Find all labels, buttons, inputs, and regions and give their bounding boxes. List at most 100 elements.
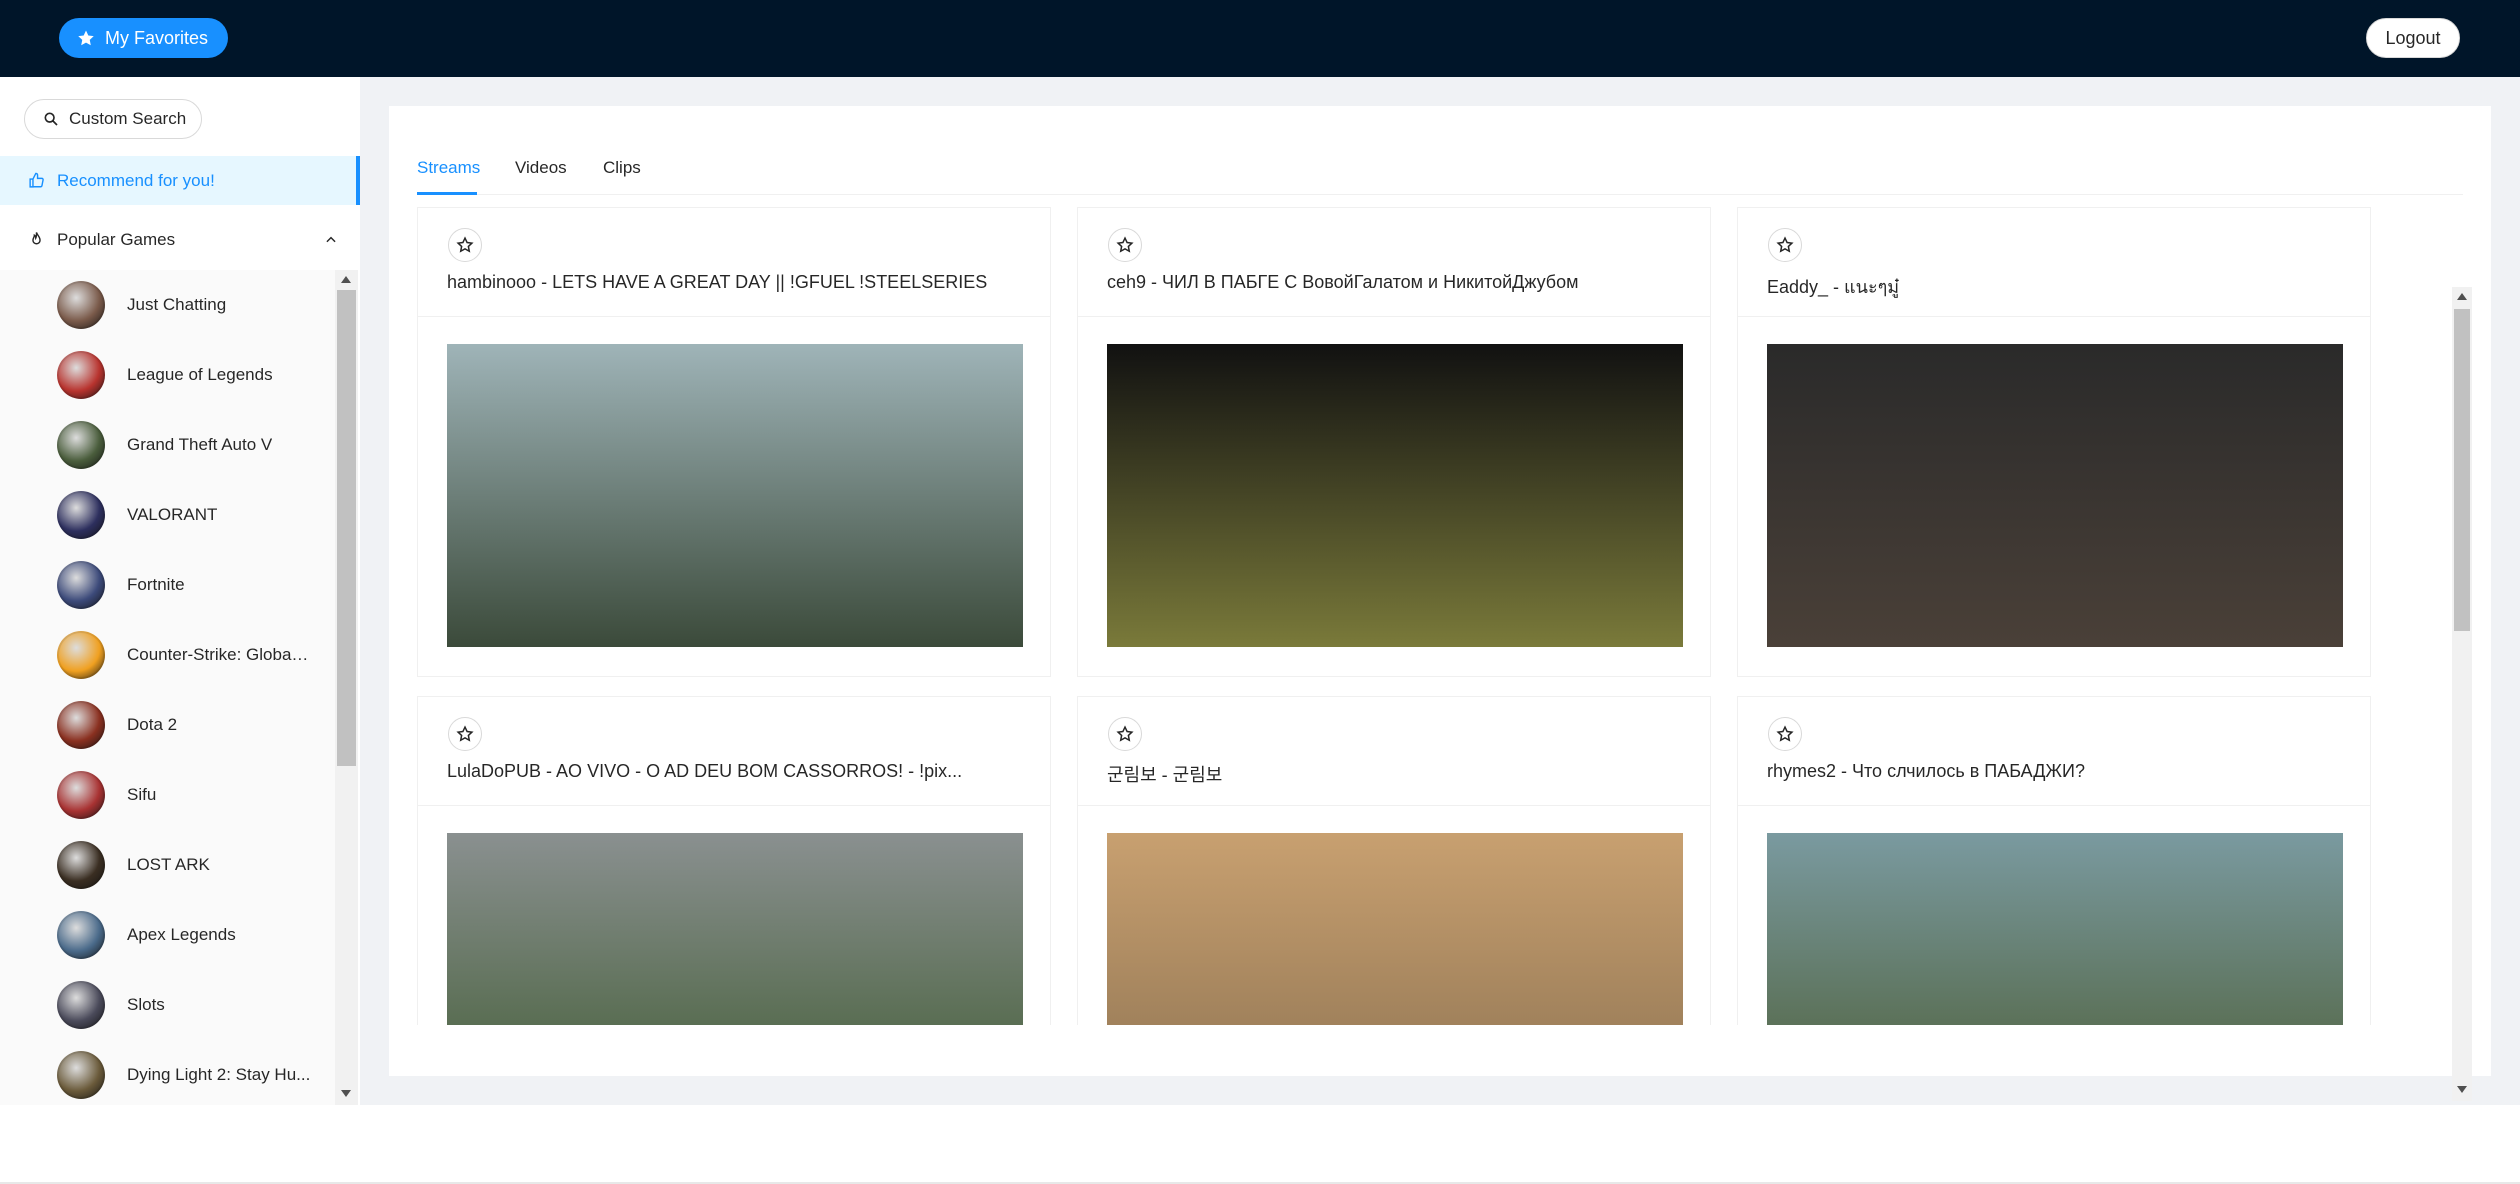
star-outline-icon xyxy=(1776,725,1794,742)
game-name: Just Chatting xyxy=(127,295,227,314)
game-name: Dota 2 xyxy=(127,715,178,734)
favorite-star-button[interactable] xyxy=(1108,717,1142,751)
game-name: Fortnite xyxy=(127,575,185,594)
scroll-down-arrow[interactable] xyxy=(341,1090,351,1097)
game-list-item[interactable]: LOST ARK xyxy=(0,830,335,900)
fire-icon xyxy=(32,232,41,245)
game-avatar xyxy=(57,421,105,469)
custom-search-button[interactable]: Custom Search xyxy=(24,99,202,139)
game-name: League of Legends xyxy=(127,365,273,384)
menu-item-recommend[interactable]: Recommend for you! xyxy=(0,156,360,205)
star-outline-icon xyxy=(1776,236,1794,253)
stream-card[interactable]: rhymes2 - Что слчилось в ПАБАДЖИ? xyxy=(1737,696,2371,1025)
star-outline-icon xyxy=(456,725,474,742)
stream-card-header: 군림보 - 군림보 xyxy=(1078,697,1710,806)
stream-thumbnail[interactable] xyxy=(447,833,1023,1025)
game-avatar xyxy=(57,701,105,749)
scrollbar-thumb[interactable] xyxy=(2454,309,2470,631)
stream-thumbnail[interactable] xyxy=(447,344,1023,647)
star-outline-icon xyxy=(1116,236,1134,253)
tab-bar: Streams Videos Clips xyxy=(417,150,2463,195)
stream-thumbnail[interactable] xyxy=(1767,344,2343,647)
game-list-item[interactable]: Dota 2 xyxy=(0,690,335,760)
scroll-up-arrow[interactable] xyxy=(341,276,351,283)
like-icon xyxy=(29,172,44,188)
sidebar-scrollbar[interactable] xyxy=(335,270,358,1105)
game-list-item[interactable]: Slots xyxy=(0,970,335,1040)
stream-title: 군림보 - 군림보 xyxy=(1107,765,1223,785)
game-name: VALORANT xyxy=(127,505,218,524)
game-list-item[interactable]: Grand Theft Auto V xyxy=(0,410,335,480)
game-name: Sifu xyxy=(127,785,157,804)
stream-card[interactable]: ceh9 - ЧИЛ В ПАБГЕ С ВовойГалатом и Ники… xyxy=(1077,207,1711,677)
game-list-item[interactable]: Apex Legends xyxy=(0,900,335,970)
star-outline-icon xyxy=(456,236,474,253)
game-list-item[interactable]: Counter-Strike: Global ... xyxy=(0,620,335,690)
stream-card-header: Eaddy_ - แนะๆมู๋ xyxy=(1738,208,2370,317)
logout-button[interactable]: Logout xyxy=(2366,18,2460,58)
stream-title: Eaddy_ - แนะๆมู๋ xyxy=(1767,277,1900,297)
stream-grid: hambinooo - LETS HAVE A GREAT DAY || !GF… xyxy=(417,207,2447,1025)
stream-title: LulaDoPUB - AO VIVO - O AD DEU BOM CASSO… xyxy=(447,761,963,781)
stream-card[interactable]: Eaddy_ - แนะๆมู๋ xyxy=(1737,207,2371,677)
stream-card-header: LulaDoPUB - AO VIVO - O AD DEU BOM CASSO… xyxy=(418,697,1050,806)
search-icon xyxy=(44,112,58,126)
scroll-down-arrow[interactable] xyxy=(2457,1086,2467,1093)
game-name: LOST ARK xyxy=(127,855,210,874)
tab-streams[interactable]: Streams xyxy=(417,158,480,178)
game-list-item[interactable]: League of Legends xyxy=(0,340,335,410)
favorite-star-button[interactable] xyxy=(448,228,482,262)
game-name: Apex Legends xyxy=(127,925,236,944)
main-layout: Custom Search Recommend for you! Popular… xyxy=(0,77,2520,1105)
stream-card[interactable]: hambinooo - LETS HAVE A GREAT DAY || !GF… xyxy=(417,207,1051,677)
stream-card-header: rhymes2 - Что слчилось в ПАБАДЖИ? xyxy=(1738,697,2370,806)
my-favorites-button[interactable]: My Favorites xyxy=(59,18,229,58)
favorite-star-button[interactable] xyxy=(448,717,482,751)
stream-thumbnail[interactable] xyxy=(1107,344,1683,647)
favorite-star-button[interactable] xyxy=(1768,717,1802,751)
chevron-up-icon xyxy=(326,236,336,243)
game-avatar xyxy=(57,771,105,819)
game-avatar xyxy=(57,911,105,959)
game-avatar xyxy=(57,561,105,609)
my-favorites-label: My Favorites xyxy=(105,27,209,48)
game-avatar xyxy=(57,491,105,539)
game-name: Grand Theft Auto V xyxy=(127,435,273,454)
scroll-up-arrow[interactable] xyxy=(2457,293,2467,300)
popular-games-label: Popular Games xyxy=(57,229,176,249)
game-avatar xyxy=(57,281,105,329)
stream-thumbnail[interactable] xyxy=(1107,833,1683,1025)
sidebar: Custom Search Recommend for you! Popular… xyxy=(0,77,360,1105)
content-panel: Streams Videos Clips hambinooo - LETS HA… xyxy=(389,106,2491,1076)
favorite-star-button[interactable] xyxy=(1768,228,1802,262)
tab-clips[interactable]: Clips xyxy=(603,158,641,178)
stream-card[interactable]: 군림보 - 군림보 xyxy=(1077,696,1711,1025)
game-list-item[interactable]: Just Chatting xyxy=(0,270,335,340)
game-list-item[interactable]: Dying Light 2: Stay Hu... xyxy=(0,1040,335,1105)
game-avatar xyxy=(57,841,105,889)
game-avatar xyxy=(57,981,105,1029)
top-header: My Favorites Logout xyxy=(0,0,2520,77)
custom-search-label: Custom Search xyxy=(69,109,187,128)
tab-videos[interactable]: Videos xyxy=(515,158,567,178)
game-name: Slots xyxy=(127,995,165,1014)
active-tab-indicator xyxy=(417,192,477,195)
game-avatar xyxy=(57,1051,105,1099)
stream-card-header: hambinooo - LETS HAVE A GREAT DAY || !GF… xyxy=(418,208,1050,317)
menu-item-popular-games[interactable]: Popular Games xyxy=(0,215,360,264)
game-avatar xyxy=(57,631,105,679)
game-avatar xyxy=(57,351,105,399)
stream-card-header: ceh9 - ЧИЛ В ПАБГЕ С ВовойГалатом и Ники… xyxy=(1078,208,1710,317)
game-name: Dying Light 2: Stay Hu... xyxy=(127,1065,311,1084)
grid-scrollbar[interactable] xyxy=(2452,287,2472,1101)
stream-title: ceh9 - ЧИЛ В ПАБГЕ С ВовойГалатом и Ники… xyxy=(1107,272,1579,292)
game-list-item[interactable]: VALORANT xyxy=(0,480,335,550)
scrollbar-thumb[interactable] xyxy=(337,290,356,766)
favorite-star-button[interactable] xyxy=(1108,228,1142,262)
game-name: Counter-Strike: Global ... xyxy=(127,645,312,664)
stream-card[interactable]: LulaDoPUB - AO VIVO - O AD DEU BOM CASSO… xyxy=(417,696,1051,1025)
game-list-item[interactable]: Fortnite xyxy=(0,550,335,620)
star-outline-icon xyxy=(1116,725,1134,742)
stream-thumbnail[interactable] xyxy=(1767,833,2343,1025)
game-list-item[interactable]: Sifu xyxy=(0,760,335,830)
